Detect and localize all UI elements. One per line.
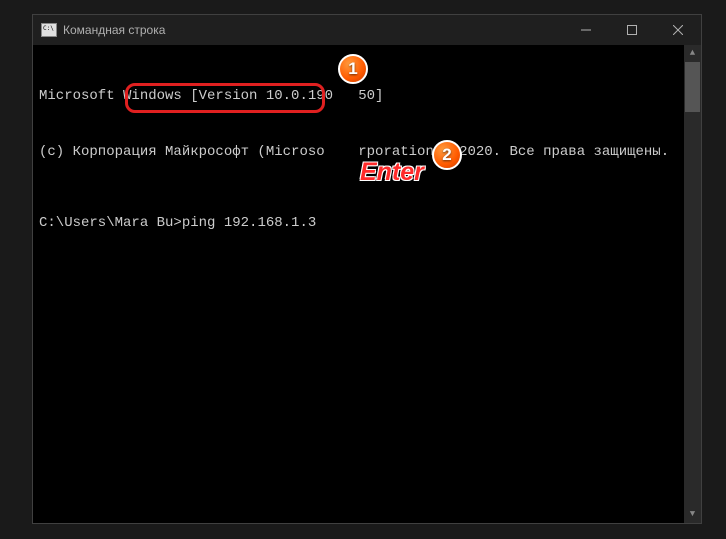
vertical-scrollbar[interactable]: ▲ ▼ bbox=[684, 45, 701, 523]
scroll-up-arrow[interactable]: ▲ bbox=[684, 45, 701, 62]
cmd-icon bbox=[41, 23, 57, 37]
window-title: Командная строка bbox=[63, 23, 165, 37]
close-button[interactable] bbox=[655, 15, 701, 45]
console-output[interactable]: Microsoft Windows [Version 10.0.190 50] … bbox=[33, 45, 701, 523]
scroll-down-arrow[interactable]: ▼ bbox=[684, 506, 701, 523]
typed-command: ping 192.168.1.3 bbox=[182, 215, 316, 231]
enter-key-label: Enter bbox=[360, 158, 424, 187]
annotation-badge-2: 2 bbox=[432, 140, 462, 170]
version-line: Microsoft Windows [Version 10.0.190 50] bbox=[39, 87, 695, 106]
titlebar[interactable]: Командная строка bbox=[33, 15, 701, 45]
minimize-button[interactable] bbox=[563, 15, 609, 45]
annotation-badge-1: 1 bbox=[338, 54, 368, 84]
prompt-path: C:\Users\Mara Bu> bbox=[39, 215, 182, 231]
command-prompt-window: Командная строка Microsoft Windows [Vers… bbox=[32, 14, 702, 524]
window-controls bbox=[563, 15, 701, 45]
prompt-line: C:\Users\Mara Bu>ping 192.168.1.3 bbox=[39, 214, 695, 233]
scrollbar-thumb[interactable] bbox=[685, 62, 700, 112]
maximize-button[interactable] bbox=[609, 15, 655, 45]
